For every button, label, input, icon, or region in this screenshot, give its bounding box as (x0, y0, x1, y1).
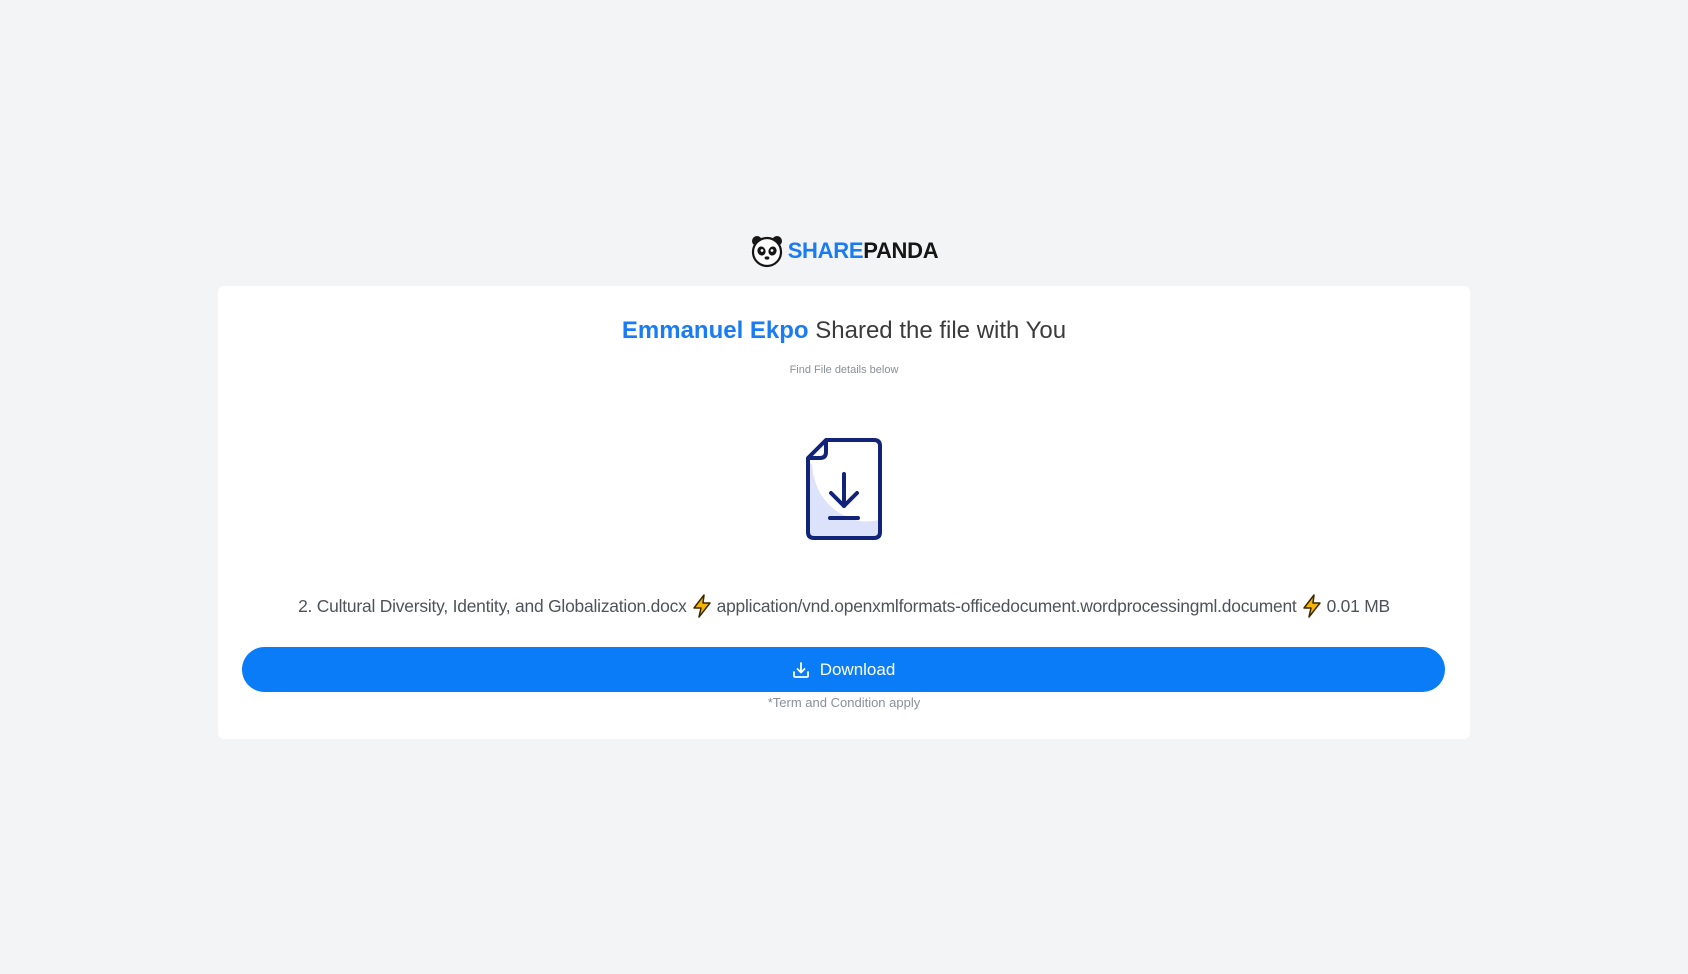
brand-name: SHAREPANDA (788, 234, 939, 268)
sender-name: Emmanuel Ekpo (621, 317, 809, 344)
file-mime-type: application/vnd.openxmlformats-officedoc… (716, 595, 1297, 616)
lightning-bolt-icon (1301, 594, 1323, 618)
subtitle: Find File details below (789, 364, 899, 376)
download-icon (792, 661, 810, 679)
download-button[interactable]: Download (242, 647, 1445, 692)
file-name: 2. Cultural Diversity, Identity, and Glo… (298, 595, 687, 616)
lightning-bolt-icon (691, 594, 713, 618)
page: SHAREPANDA Emmanuel Ekpo Shared the file… (0, 0, 1688, 974)
share-headline: Emmanuel Ekpo Shared the file with You (218, 314, 1470, 348)
file-details: 2. Cultural Diversity, Identity, and Glo… (242, 594, 1446, 618)
file-download-icon (804, 436, 884, 542)
share-card: Emmanuel Ekpo Shared the file with You F… (218, 286, 1470, 739)
terms-note: *Term and Condition apply (767, 695, 921, 710)
panda-face-icon (750, 234, 784, 268)
file-size: 0.01 MB (1326, 595, 1391, 616)
brand-header: SHAREPANDA (0, 234, 1688, 268)
brand-name-panda: PANDA (863, 238, 939, 263)
brand-name-share: SHARE (787, 238, 864, 263)
headline-text: Shared the file with You (808, 317, 1067, 344)
download-label: Download (819, 659, 896, 679)
